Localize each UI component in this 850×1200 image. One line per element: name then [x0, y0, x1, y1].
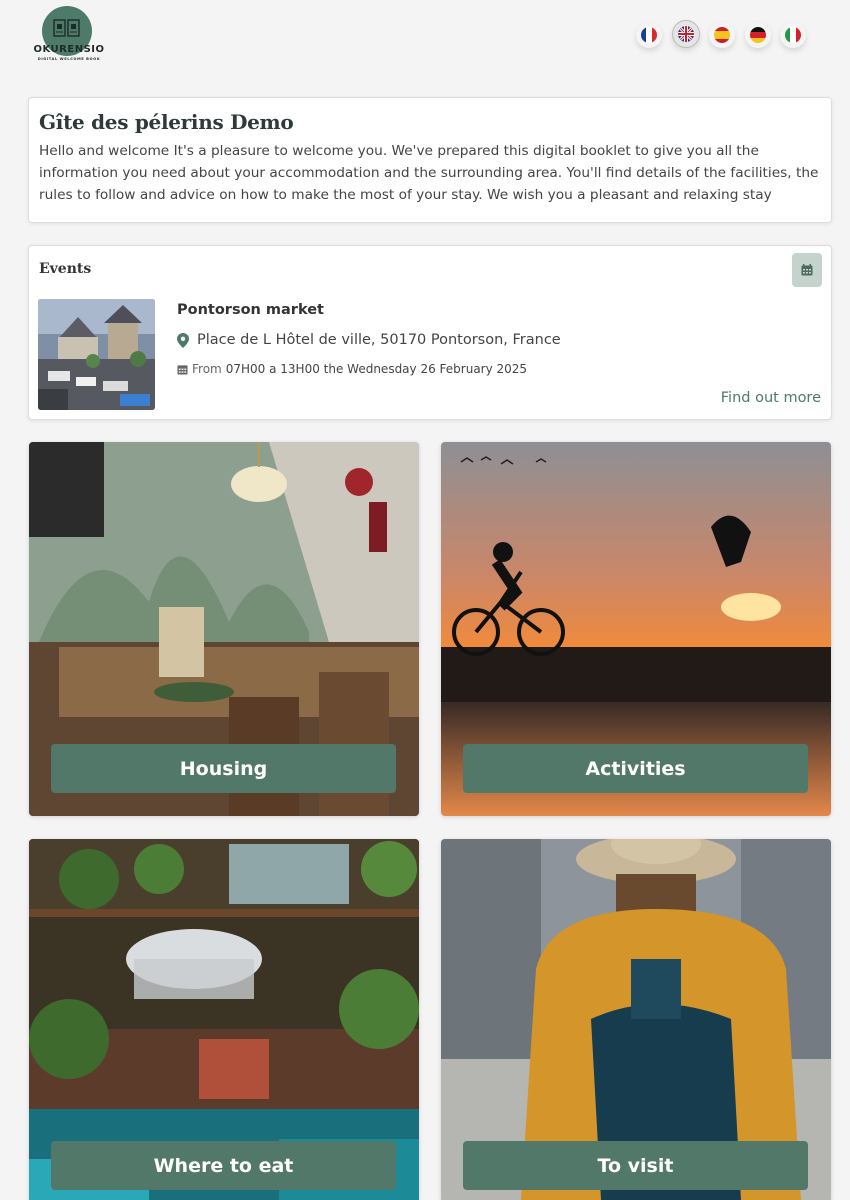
- activities-tile[interactable]: Activities: [441, 442, 831, 816]
- to-visit-button[interactable]: To visit: [463, 1141, 808, 1190]
- housing-button[interactable]: Housing: [51, 744, 396, 793]
- flag-es-icon: [714, 27, 730, 43]
- where-to-eat-button[interactable]: Where to eat: [51, 1141, 396, 1190]
- calendar-button[interactable]: [792, 253, 822, 287]
- flag-de-button[interactable]: [745, 22, 771, 48]
- calendar-small-icon: [177, 364, 188, 375]
- flag-fr-button[interactable]: [636, 22, 662, 48]
- event-thumbnail[interactable]: [38, 299, 155, 410]
- map-pin-icon: [177, 332, 189, 348]
- brand-name: OKURENSIO: [33, 44, 105, 55]
- calendar-icon: [801, 264, 813, 276]
- welcome-card: Gîte des pélerins Demo Hello and welcome…: [28, 97, 832, 223]
- flag-de-icon: [749, 27, 766, 43]
- flag-uk-icon: [677, 26, 694, 42]
- event-address: Place de L Hôtel de ville, 50170 Pontors…: [177, 332, 561, 348]
- housing-tile[interactable]: Housing: [29, 442, 419, 816]
- where-to-eat-tile[interactable]: Where to eat: [29, 839, 419, 1200]
- flag-fr-icon: [641, 27, 657, 43]
- flag-en-button[interactable]: [671, 20, 700, 48]
- language-selector: [636, 20, 816, 48]
- event-schedule-text: 07H00 a 13H00 the Wednesday 26 February …: [225, 362, 528, 376]
- event-schedule: From 07H00 a 13H00 the Wednesday 26 Febr…: [177, 362, 527, 376]
- brand-logo[interactable]: OKURENSIO DIGITAL WELCOME BOOK: [29, 6, 109, 66]
- flag-it-button[interactable]: [780, 22, 806, 48]
- welcome-text: Hello and welcome It's a pleasure to wel…: [39, 143, 819, 203]
- flag-es-button[interactable]: [709, 22, 735, 48]
- event-address-text: Place de L Hôtel de ville, 50170 Pontors…: [197, 332, 561, 348]
- to-visit-tile[interactable]: To visit: [441, 839, 831, 1200]
- event-name: Pontorson market: [177, 302, 324, 318]
- events-title: Events: [39, 261, 92, 277]
- brand-tagline: DIGITAL WELCOME BOOK: [37, 57, 101, 61]
- find-out-more-link[interactable]: Find out more: [721, 390, 821, 406]
- event-from-label: From: [192, 362, 222, 376]
- events-card: Events Pontorson market Place de L Hôtel…: [28, 245, 832, 420]
- activities-button[interactable]: Activities: [463, 744, 808, 793]
- property-title: Gîte des pélerins Demo: [39, 110, 294, 134]
- flag-it-icon: [785, 27, 801, 43]
